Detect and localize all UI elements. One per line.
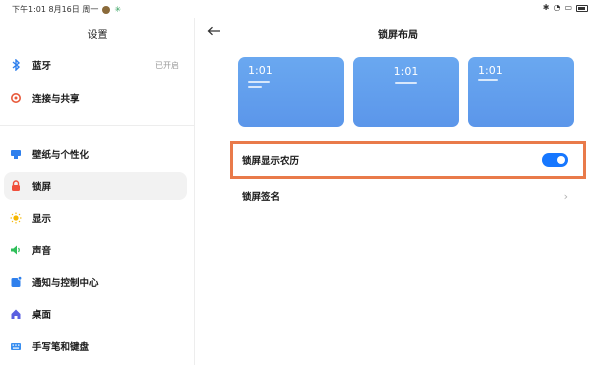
sidebar-item-label: 连接与共享 (32, 94, 80, 105)
sun-icon (10, 212, 22, 224)
lockscreen-preview-right[interactable]: 1:01 (468, 57, 574, 127)
sidebar-item-wallpaper[interactable]: 壁纸与个性化 (4, 140, 187, 168)
share-icon (10, 92, 22, 104)
preview-date-line (248, 81, 270, 83)
location-icon: ✳ (114, 4, 122, 14)
status-left: 下午1:01 8月16日 周一 ✳ (12, 4, 121, 15)
notification-icon (10, 276, 22, 288)
sidebar-item-label: 桌面 (32, 310, 52, 321)
speaker-icon (10, 244, 22, 256)
sidebar-item-label: 显示 (32, 214, 52, 225)
preview-time: 1:01 (478, 64, 503, 77)
lunar-calendar-toggle[interactable] (542, 153, 568, 167)
home-icon (10, 308, 22, 320)
sidebar-item-label: 声音 (32, 246, 52, 257)
setting-row-lunar-calendar[interactable]: 锁屏显示农历 (242, 150, 572, 170)
preview-date-line (395, 82, 417, 84)
sidebar: 设置 蓝牙 已开启 连接与共享 壁纸与个性化 锁屏 显示 声音 通知与控制中心 … (0, 18, 195, 365)
sidebar-item-desktop[interactable]: 桌面 (4, 300, 187, 328)
preview-date-line (248, 86, 262, 88)
bluetooth-status-icon: ✱ (542, 3, 550, 12)
bluetooth-state: 已开启 (155, 60, 179, 70)
lockscreen-preview-left[interactable]: 1:01 (238, 57, 344, 127)
preview-time: 1:01 (248, 64, 273, 77)
setting-label: 锁屏显示农历 (242, 156, 300, 167)
keyboard-icon (10, 340, 22, 352)
preview-time: 1:01 (393, 65, 419, 78)
battery-icon (576, 4, 588, 12)
chevron-right-icon: › (563, 189, 568, 203)
sidebar-item-lockscreen[interactable]: 锁屏 (4, 172, 187, 200)
lock-icon (10, 180, 22, 192)
sidebar-item-label: 蓝牙 (32, 61, 52, 72)
sidebar-item-sound[interactable]: 声音 (4, 236, 187, 264)
status-time-date: 下午1:01 8月16日 周一 (12, 5, 99, 14)
setting-label: 锁屏签名 (242, 192, 281, 203)
status-right: ✱ ◔ ▭ (543, 3, 588, 13)
sidebar-item-stylus-keyboard[interactable]: 手写笔和键盘 (4, 332, 187, 360)
preview-date-line (478, 79, 498, 81)
lockscreen-preview-center[interactable]: 1:01 (353, 57, 459, 127)
status-bar: 下午1:01 8月16日 周一 ✳ ✱ ◔ ▭ (0, 0, 600, 18)
sidebar-item-connection-sharing[interactable]: 连接与共享 (4, 84, 187, 112)
bluetooth-icon (10, 59, 22, 71)
sidebar-item-display[interactable]: 显示 (4, 204, 187, 232)
sidebar-item-bluetooth[interactable]: 蓝牙 已开启 (4, 51, 187, 79)
vpn-icon: ▭ (564, 3, 572, 12)
sidebar-item-notifications[interactable]: 通知与控制中心 (4, 268, 187, 296)
lockscreen-previews: 1:01 1:01 1:01 (238, 57, 574, 127)
page-title: 锁屏布局 (378, 30, 418, 41)
wallpaper-icon (10, 148, 22, 160)
main-panel: 锁屏布局 1:01 1:01 1:01 锁屏显示农历 锁屏签名 › (196, 18, 600, 365)
sidebar-divider (0, 125, 195, 126)
sidebar-title: 设置 (87, 30, 108, 41)
app-notification-icon (102, 5, 111, 14)
setting-row-signature[interactable]: 锁屏签名 › (242, 186, 572, 206)
wifi-icon: ◔ (553, 3, 561, 12)
sidebar-item-label: 锁屏 (32, 182, 52, 193)
sidebar-item-label: 壁纸与个性化 (32, 150, 90, 161)
sidebar-item-label: 通知与控制中心 (32, 278, 99, 289)
sidebar-item-label: 手写笔和键盘 (32, 342, 90, 353)
